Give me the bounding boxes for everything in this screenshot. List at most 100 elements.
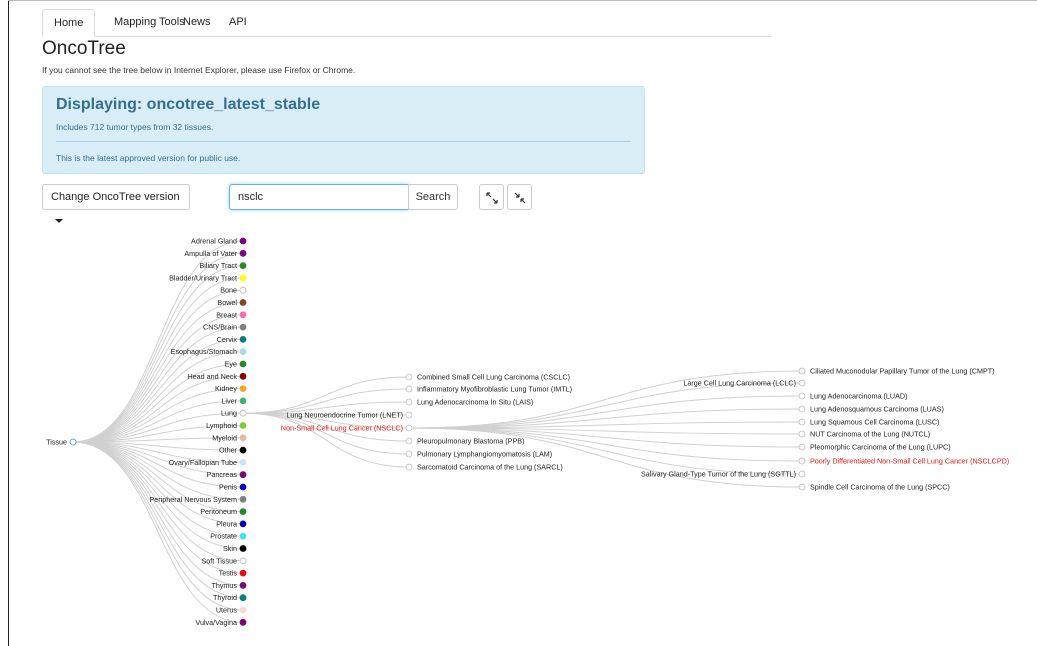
lung-subtype-label: Sarcomatoid Carcinoma of the Lung (SARCL… bbox=[417, 463, 563, 472]
tissue-node[interactable] bbox=[239, 545, 247, 552]
tissue-node[interactable] bbox=[239, 422, 247, 429]
lung-subtype-label: Pleuropulmonary Blastoma (PPB) bbox=[417, 437, 524, 446]
tissue-label: Esophagus/Stomach bbox=[171, 347, 237, 356]
nsclc-leaf-node[interactable] bbox=[798, 430, 806, 438]
nsclc-leaf-label: Pleomorphic Carcinoma of the Lung (LUPC) bbox=[810, 443, 951, 452]
tissue-label: Biliary Tract bbox=[199, 261, 237, 270]
tissue-node[interactable] bbox=[239, 360, 247, 368]
tissue-label: Pleura bbox=[216, 519, 237, 528]
tissue-node[interactable] bbox=[239, 299, 247, 306]
tissue-node[interactable] bbox=[239, 618, 247, 626]
tissue-label: Thymus bbox=[211, 581, 237, 590]
lung-subtype-node[interactable] bbox=[405, 424, 413, 432]
nsclc-leaf-node[interactable] bbox=[798, 483, 806, 491]
tissue-label: Thyroid bbox=[213, 593, 237, 602]
lung-subtype-node[interactable] bbox=[405, 398, 413, 406]
tissue-label: Eye bbox=[225, 360, 237, 369]
tissue-label: Lung bbox=[221, 409, 237, 418]
tissue-node[interactable] bbox=[239, 446, 247, 454]
tissue-node[interactable] bbox=[239, 262, 247, 270]
tissue-label: Vulva/Vagina bbox=[195, 618, 237, 627]
tissue-label: Cervix bbox=[217, 335, 238, 344]
tissue-root-node[interactable] bbox=[69, 438, 77, 446]
tissue-label: Bladder/Urinary Tract bbox=[169, 273, 237, 282]
lung-subtype-label: Combined Small Cell Lung Carcinoma (CSCL… bbox=[417, 373, 570, 382]
nsclc-leaf-label: Lung Adenocarcinoma (LUAD) bbox=[810, 392, 907, 401]
tissue-node[interactable] bbox=[239, 372, 247, 380]
tissue-label: Ovary/Fallopian Tube bbox=[169, 458, 237, 467]
tissue-label: Kidney bbox=[215, 384, 237, 393]
tissue-label: Bowel bbox=[217, 298, 237, 307]
tissue-node[interactable] bbox=[239, 249, 247, 257]
tissue-node[interactable] bbox=[239, 274, 247, 282]
tissue-label: Breast bbox=[216, 310, 237, 319]
tissue-node[interactable] bbox=[239, 508, 247, 516]
lung-subtype-node[interactable] bbox=[405, 373, 413, 381]
nsclc-leaf-node[interactable] bbox=[798, 367, 806, 375]
nsclc-leaf-label: NUT Carcinoma of the Lung (NUTCL) bbox=[810, 430, 930, 439]
tissue-label: Peritoneum bbox=[200, 507, 237, 516]
nsclc-leaf-label: Lung Adenosquamous Carcinoma (LUAS) bbox=[810, 405, 944, 414]
tissue-label: Soft Tissue bbox=[201, 556, 237, 565]
tissue-root-label: Tissue bbox=[46, 438, 67, 447]
tissue-node[interactable] bbox=[239, 397, 247, 405]
tissue-label: Myeloid bbox=[212, 433, 237, 442]
tissue-node[interactable] bbox=[239, 458, 247, 466]
tissue-label: Bone bbox=[220, 286, 237, 295]
nsclc-leaf-label: Ciliated Muconodular Papillary Tumor of … bbox=[810, 367, 995, 376]
tissue-label: Penis bbox=[219, 483, 237, 492]
tissue-label: CNS/Brain bbox=[203, 323, 237, 332]
nsclc-subtype-label: Salivary Gland-Type Tumor of the Lung (S… bbox=[641, 470, 796, 479]
tissue-label: Peripheral Nervous System bbox=[150, 495, 237, 504]
lung-subtype-label: Inflammatory Myofibroblastic Lung Tumor … bbox=[417, 385, 572, 394]
nsclc-leaf-label: Poorly Differentiated Non-Small Cell Lun… bbox=[810, 457, 1009, 466]
tissue-node[interactable] bbox=[239, 409, 247, 417]
tissue-node[interactable] bbox=[239, 311, 247, 319]
tissue-node[interactable] bbox=[239, 569, 247, 577]
tissue-label: Adrenal Gland bbox=[191, 237, 237, 246]
nsclc-leaf-label: Spindle Cell Carcinoma of the Lung (SPCC… bbox=[810, 483, 950, 492]
tissue-node[interactable] bbox=[239, 348, 247, 356]
nsclc-leaf-node[interactable] bbox=[798, 392, 806, 400]
nsclc-leaf-node[interactable] bbox=[798, 457, 806, 465]
tissue-label: Testis bbox=[219, 569, 238, 578]
tissue-node[interactable] bbox=[239, 335, 247, 343]
tissue-node[interactable] bbox=[239, 582, 247, 589]
nsclc-leaf-label: Lung Squamous Cell Carcinoma (LUSC) bbox=[810, 418, 939, 427]
tissue-label: Prostate bbox=[210, 532, 237, 541]
lung-subtype-label: Lung Adenocarcinoma In Situ (LAIS) bbox=[417, 398, 533, 407]
oncotree-diagram: Tissue Adrenal Gland Ampulla of Vater Bilia… bbox=[46, 237, 1009, 627]
tissue-node[interactable] bbox=[239, 483, 247, 491]
tissue-node[interactable] bbox=[239, 532, 247, 540]
nsclc-leaf-node[interactable] bbox=[798, 405, 806, 413]
tissue-node[interactable] bbox=[239, 594, 247, 602]
tissue-node[interactable] bbox=[239, 606, 247, 614]
lung-subtype-node[interactable] bbox=[405, 463, 413, 471]
tissue-label: Lymphoid bbox=[206, 421, 237, 430]
nsclc-leaf-node[interactable] bbox=[798, 443, 806, 451]
lung-subtype-node[interactable] bbox=[405, 437, 413, 445]
tissue-label: Liver bbox=[221, 396, 237, 405]
tissue-label: Skin bbox=[223, 544, 237, 553]
tissue-node[interactable] bbox=[239, 237, 247, 245]
nsclc-subtype-node[interactable] bbox=[798, 379, 806, 387]
nsclc-subtype-label: Large Cell Lung Carcinoma (LCLC) bbox=[683, 379, 796, 388]
tissue-node[interactable] bbox=[239, 557, 247, 565]
tissue-node[interactable] bbox=[239, 520, 247, 528]
tissue-label: Other bbox=[219, 446, 238, 455]
lung-subtype-node[interactable] bbox=[405, 450, 413, 458]
lung-subtype-node[interactable] bbox=[405, 385, 413, 393]
tissue-label: Uterus bbox=[216, 606, 238, 615]
tissue-node[interactable] bbox=[239, 434, 247, 442]
tissue-node[interactable] bbox=[239, 385, 247, 393]
lung-subtype-node[interactable] bbox=[405, 411, 413, 419]
nsclc-leaf-node[interactable] bbox=[798, 418, 806, 426]
tissue-node[interactable] bbox=[239, 286, 247, 294]
tissue-node[interactable] bbox=[239, 495, 247, 503]
lung-subtype-label: Lung Neuroendocrine Tumor (LNET) bbox=[286, 411, 403, 420]
nsclc-subtype-node[interactable] bbox=[798, 470, 806, 478]
tissue-node[interactable] bbox=[239, 323, 247, 331]
tissue-label: Pancreas bbox=[207, 470, 238, 479]
tissue-label: Head and Neck bbox=[187, 372, 237, 381]
tissue-node[interactable] bbox=[239, 471, 247, 479]
